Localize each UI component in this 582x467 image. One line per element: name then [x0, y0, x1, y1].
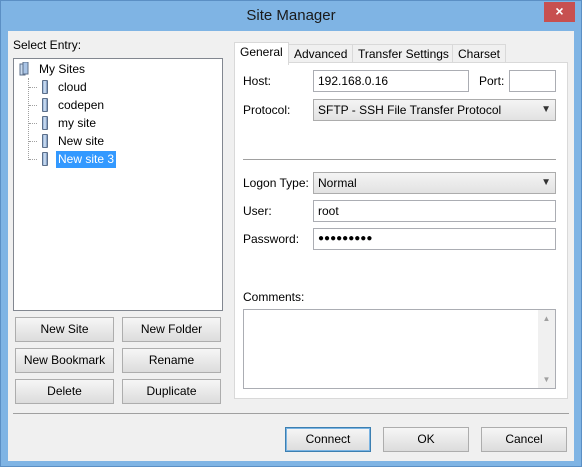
password-input[interactable]: ●●●●●●●●● [313, 228, 556, 250]
tree-branch [29, 87, 37, 88]
tab-general[interactable]: General [234, 42, 289, 65]
connect-button[interactable]: Connect [285, 427, 371, 452]
close-icon[interactable]: × [544, 2, 575, 22]
comments-label: Comments: [243, 290, 305, 304]
tree-item-codepen[interactable]: codepen [58, 97, 104, 114]
logon-type-value: Normal [318, 176, 357, 190]
window-title: Site Manager [246, 7, 336, 24]
protocol-select[interactable]: SFTP - SSH File Transfer Protocol ▼ [313, 99, 556, 121]
chevron-down-icon: ▼ [541, 104, 551, 115]
site-tree[interactable]: My Sites cloud codepen my site New site … [13, 58, 223, 311]
host-input[interactable]: 192.168.0.16 [313, 70, 469, 92]
tree-item-new-site[interactable]: New site [58, 133, 104, 150]
server-icon [42, 134, 48, 148]
host-label: Host: [243, 74, 272, 88]
select-entry-label: Select Entry: [13, 38, 82, 52]
server-icon [42, 116, 48, 130]
ok-button[interactable]: OK [383, 427, 469, 452]
tab-transfer-settings[interactable]: Transfer Settings [352, 44, 455, 64]
tree-line [28, 78, 29, 160]
password-label: Password: [243, 232, 300, 246]
server-group-icon [19, 62, 29, 76]
tree-branch [29, 105, 37, 106]
scroll-down-icon[interactable]: ▼ [538, 371, 555, 388]
protocol-value: SFTP - SSH File Transfer Protocol [318, 103, 502, 117]
tree-branch [29, 141, 37, 142]
port-input[interactable] [509, 70, 556, 92]
duplicate-button[interactable]: Duplicate [122, 379, 221, 404]
user-input[interactable]: root [313, 200, 556, 222]
tree-item-my-site[interactable]: my site [58, 115, 96, 132]
new-bookmark-button[interactable]: New Bookmark [15, 348, 114, 373]
chevron-down-icon: ▼ [541, 177, 551, 188]
comments-textarea[interactable]: ▲ ▼ [243, 309, 556, 389]
logon-type-select[interactable]: Normal ▼ [313, 172, 556, 194]
server-icon [42, 98, 48, 112]
footer-divider [13, 413, 569, 414]
general-tab-panel: Host: 192.168.0.16 Port: Protocol: SFTP … [234, 62, 568, 399]
new-folder-button[interactable]: New Folder [122, 317, 221, 342]
tree-branch [29, 123, 37, 124]
scroll-up-icon[interactable]: ▲ [538, 310, 555, 327]
title-bar[interactable]: Site Manager × [1, 1, 581, 31]
tree-root-my-sites[interactable]: My Sites [39, 61, 85, 78]
tree-item-cloud[interactable]: cloud [58, 79, 87, 96]
new-site-button[interactable]: New Site [15, 317, 114, 342]
comments-scrollbar[interactable]: ▲ ▼ [538, 310, 555, 388]
protocol-label: Protocol: [243, 103, 291, 117]
tree-item-new-site-3[interactable]: New site 3 [56, 151, 117, 168]
dialog-client-area: Select Entry: My Sites cloud codepen my … [8, 31, 574, 461]
rename-button[interactable]: Rename [122, 348, 221, 373]
port-label: Port: [479, 74, 505, 88]
site-manager-window: Site Manager × Select Entry: My Sites cl… [0, 0, 582, 467]
delete-button[interactable]: Delete [15, 379, 114, 404]
cancel-button[interactable]: Cancel [481, 427, 567, 452]
server-icon [42, 80, 48, 94]
tab-advanced[interactable]: Advanced [288, 44, 354, 64]
logon-type-label: Logon Type: [243, 176, 309, 190]
tree-branch [29, 159, 37, 160]
tab-charset[interactable]: Charset [452, 44, 507, 64]
server-icon [42, 152, 48, 166]
divider [243, 159, 556, 160]
user-label: User: [243, 204, 272, 218]
